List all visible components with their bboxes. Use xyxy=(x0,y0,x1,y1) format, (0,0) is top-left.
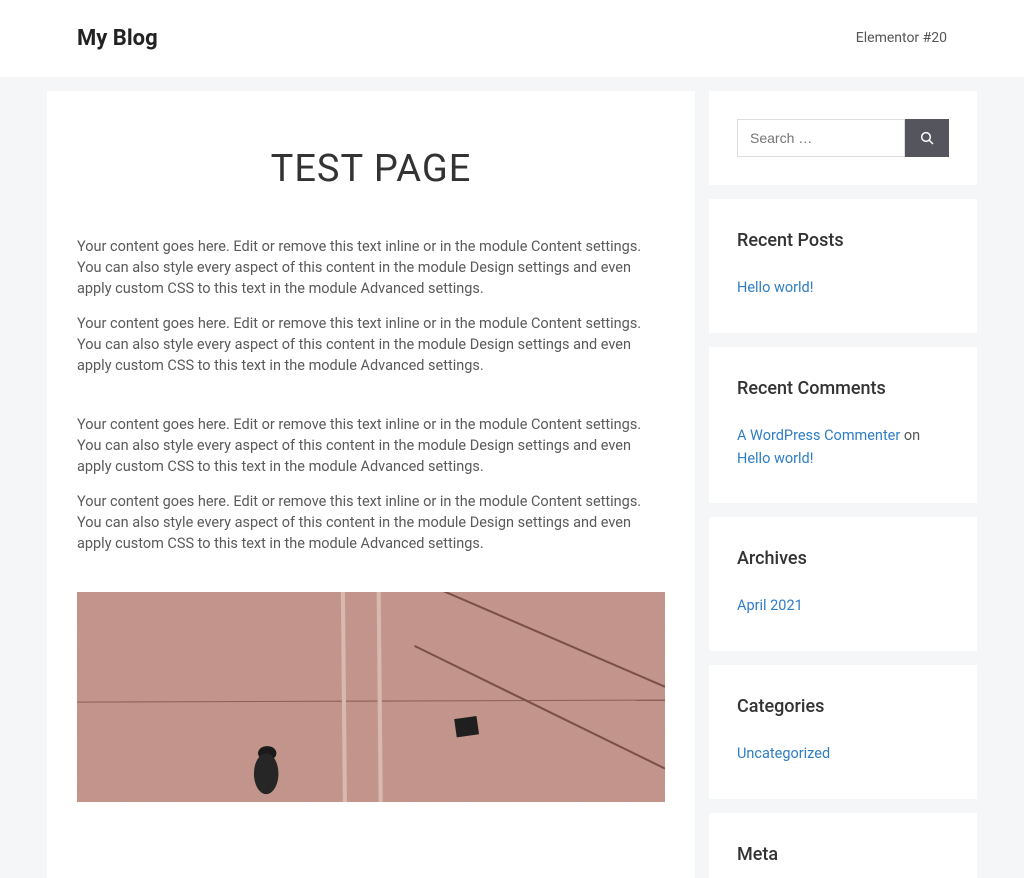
widget-title-recent-comments: Recent Comments xyxy=(737,375,949,402)
main-content: TEST PAGE Your content goes here. Edit o… xyxy=(47,91,695,878)
content-image xyxy=(77,592,665,802)
category-link[interactable]: Uncategorized xyxy=(737,745,830,762)
search-widget xyxy=(709,91,977,185)
widget-title-categories: Categories xyxy=(737,693,949,720)
widget-title-archives: Archives xyxy=(737,545,949,572)
site-title[interactable]: My Blog xyxy=(77,22,158,55)
categories-widget: Categories Uncategorized xyxy=(709,665,977,799)
sidebar: Recent Posts Hello world! Recent Comment… xyxy=(709,91,977,878)
archive-link[interactable]: April 2021 xyxy=(737,597,803,614)
paragraph: Your content goes here. Edit or remove t… xyxy=(77,236,665,299)
meta-widget: Meta xyxy=(709,813,977,878)
widget-title-recent-posts: Recent Posts xyxy=(737,227,949,254)
page-title: TEST PAGE xyxy=(77,141,665,198)
content-block-1: Your content goes here. Edit or remove t… xyxy=(77,236,665,376)
commenter-link[interactable]: A WordPress Commenter xyxy=(737,427,900,444)
content-block-2: Your content goes here. Edit or remove t… xyxy=(77,414,665,554)
list-item: Hello world! xyxy=(737,276,949,299)
search-input[interactable] xyxy=(737,119,905,157)
paragraph: Your content goes here. Edit or remove t… xyxy=(77,414,665,477)
recent-comments-widget: Recent Comments A WordPress Commenter on… xyxy=(709,347,977,504)
recent-posts-widget: Recent Posts Hello world! xyxy=(709,199,977,333)
nav-item-elementor[interactable]: Elementor #20 xyxy=(856,28,947,49)
on-text: on xyxy=(900,427,920,444)
paragraph: Your content goes here. Edit or remove t… xyxy=(77,313,665,376)
list-item: Uncategorized xyxy=(737,742,949,765)
search-button[interactable] xyxy=(905,119,949,157)
list-item: A WordPress Commenter on Hello world! xyxy=(737,424,949,470)
paragraph: Your content goes here. Edit or remove t… xyxy=(77,491,665,554)
widget-title-meta: Meta xyxy=(737,841,949,868)
archives-widget: Archives April 2021 xyxy=(709,517,977,651)
comment-post-link[interactable]: Hello world! xyxy=(737,450,813,467)
site-header: My Blog Elementor #20 xyxy=(0,0,1024,77)
search-icon xyxy=(919,130,935,146)
list-item: April 2021 xyxy=(737,594,949,617)
recent-post-link[interactable]: Hello world! xyxy=(737,279,813,296)
